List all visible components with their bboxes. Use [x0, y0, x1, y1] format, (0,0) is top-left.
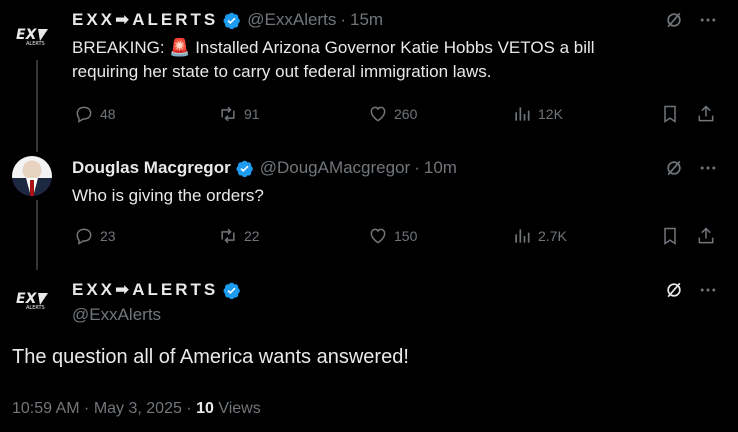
main-tweet-handle-row: @ExxAlerts [72, 305, 161, 325]
author-name[interactable]: Douglas Macgregor [72, 158, 231, 178]
views-button[interactable]: 2.7K [512, 226, 567, 246]
reply-count: 23 [100, 228, 116, 244]
grok-icon[interactable] [664, 10, 684, 30]
tweet-body-line: Who is giving the orders? [72, 186, 264, 205]
tweet-header: Douglas Macgregor @DougAMacgregor · 10m [72, 158, 457, 178]
more-icon[interactable] [698, 10, 718, 30]
views-count: 12K [538, 106, 563, 122]
tweet-body: Who is giving the orders? [72, 184, 264, 208]
avatar-tie [30, 180, 34, 196]
like-icon [370, 106, 386, 122]
separator: · [414, 158, 420, 177]
share-button[interactable] [696, 226, 716, 246]
bookmark-button[interactable] [660, 226, 680, 246]
repost-count: 91 [244, 106, 260, 122]
verified-icon [223, 282, 241, 299]
reply-icon [76, 106, 92, 123]
share-icon [698, 105, 714, 122]
repost-count: 22 [244, 228, 260, 244]
more-icon[interactable] [698, 280, 718, 300]
bookmark-icon [664, 105, 676, 123]
tweet-top-icons [664, 158, 718, 178]
author-name[interactable]: EXX➡ALERTS [72, 10, 218, 30]
main-tweet-header: EXX➡ALERTS [72, 280, 241, 300]
douglas-avatar[interactable] [12, 156, 52, 196]
reply-icon [76, 228, 92, 245]
tweet-body-line: BREAKING: 🚨 Installed Arizona Governor K… [72, 38, 595, 57]
reply-button[interactable]: 23 [74, 226, 116, 246]
timestamp[interactable]: 10:59 AM · May 3, 2025 · [12, 400, 196, 417]
tweet-header: EXX➡ALERTS @ExxAlerts · 15m [72, 10, 383, 30]
views-icon [515, 229, 530, 243]
tweet-actions: 48 91 260 12K [0, 104, 738, 124]
bookmark-button[interactable] [660, 104, 680, 124]
repost-button[interactable]: 22 [218, 226, 260, 246]
author-handle[interactable]: @ExxAlerts [72, 305, 161, 325]
grok-icon[interactable] [664, 158, 684, 178]
verified-icon [223, 12, 241, 29]
like-button[interactable]: 150 [368, 226, 417, 246]
like-count: 260 [394, 106, 418, 122]
author-handle[interactable]: @ExxAlerts [247, 10, 336, 30]
more-icon[interactable] [698, 158, 718, 178]
separator: · [340, 10, 346, 29]
main-tweet-top-icons [664, 280, 718, 300]
reply-button[interactable]: 48 [74, 104, 116, 124]
author-handle[interactable]: @DougAMacgregor [260, 158, 411, 178]
svg-text:ALERTS: ALERTS [26, 41, 45, 47]
repost-icon [221, 228, 235, 244]
exx-logo-icon: EX ALERTS [16, 291, 48, 311]
exx-avatar[interactable]: EX ALERTS [12, 280, 52, 320]
tweet-actions: 23 22 150 2.7K [0, 226, 738, 246]
tweet-time[interactable]: 10m [424, 158, 457, 178]
grok-icon[interactable] [664, 280, 684, 300]
like-icon [370, 228, 386, 244]
repost-icon [221, 106, 235, 122]
views-count: 2.7K [538, 228, 567, 244]
tweet-time[interactable]: 15m [350, 10, 383, 30]
tweet-top-icons [664, 10, 718, 30]
tweet-body: BREAKING: 🚨 Installed Arizona Governor K… [72, 36, 595, 84]
like-count: 150 [394, 228, 418, 244]
share-button[interactable] [696, 104, 716, 124]
reply-count: 48 [100, 106, 116, 122]
main-tweet-meta: 10:59 AM · May 3, 2025 · 10 Views [12, 400, 261, 418]
svg-text:ALERTS: ALERTS [26, 305, 45, 311]
author-name[interactable]: EXX➡ALERTS [72, 280, 218, 300]
like-button[interactable]: 260 [368, 104, 417, 124]
views-icon [515, 107, 530, 121]
main-tweet-body: The question all of America wants answer… [12, 346, 409, 368]
verified-icon [236, 160, 253, 177]
tweet-body-line: requiring her state to carry out federal… [72, 62, 492, 81]
exx-logo-icon: EX ALERTS [16, 27, 48, 47]
repost-button[interactable]: 91 [218, 104, 260, 124]
views-button[interactable]: 12K [512, 104, 563, 124]
bookmark-icon [664, 227, 676, 245]
exx-avatar[interactable]: EX ALERTS [12, 16, 52, 56]
view-count: 10 [196, 400, 214, 417]
share-icon [698, 227, 714, 244]
views-label: Views [218, 400, 261, 417]
